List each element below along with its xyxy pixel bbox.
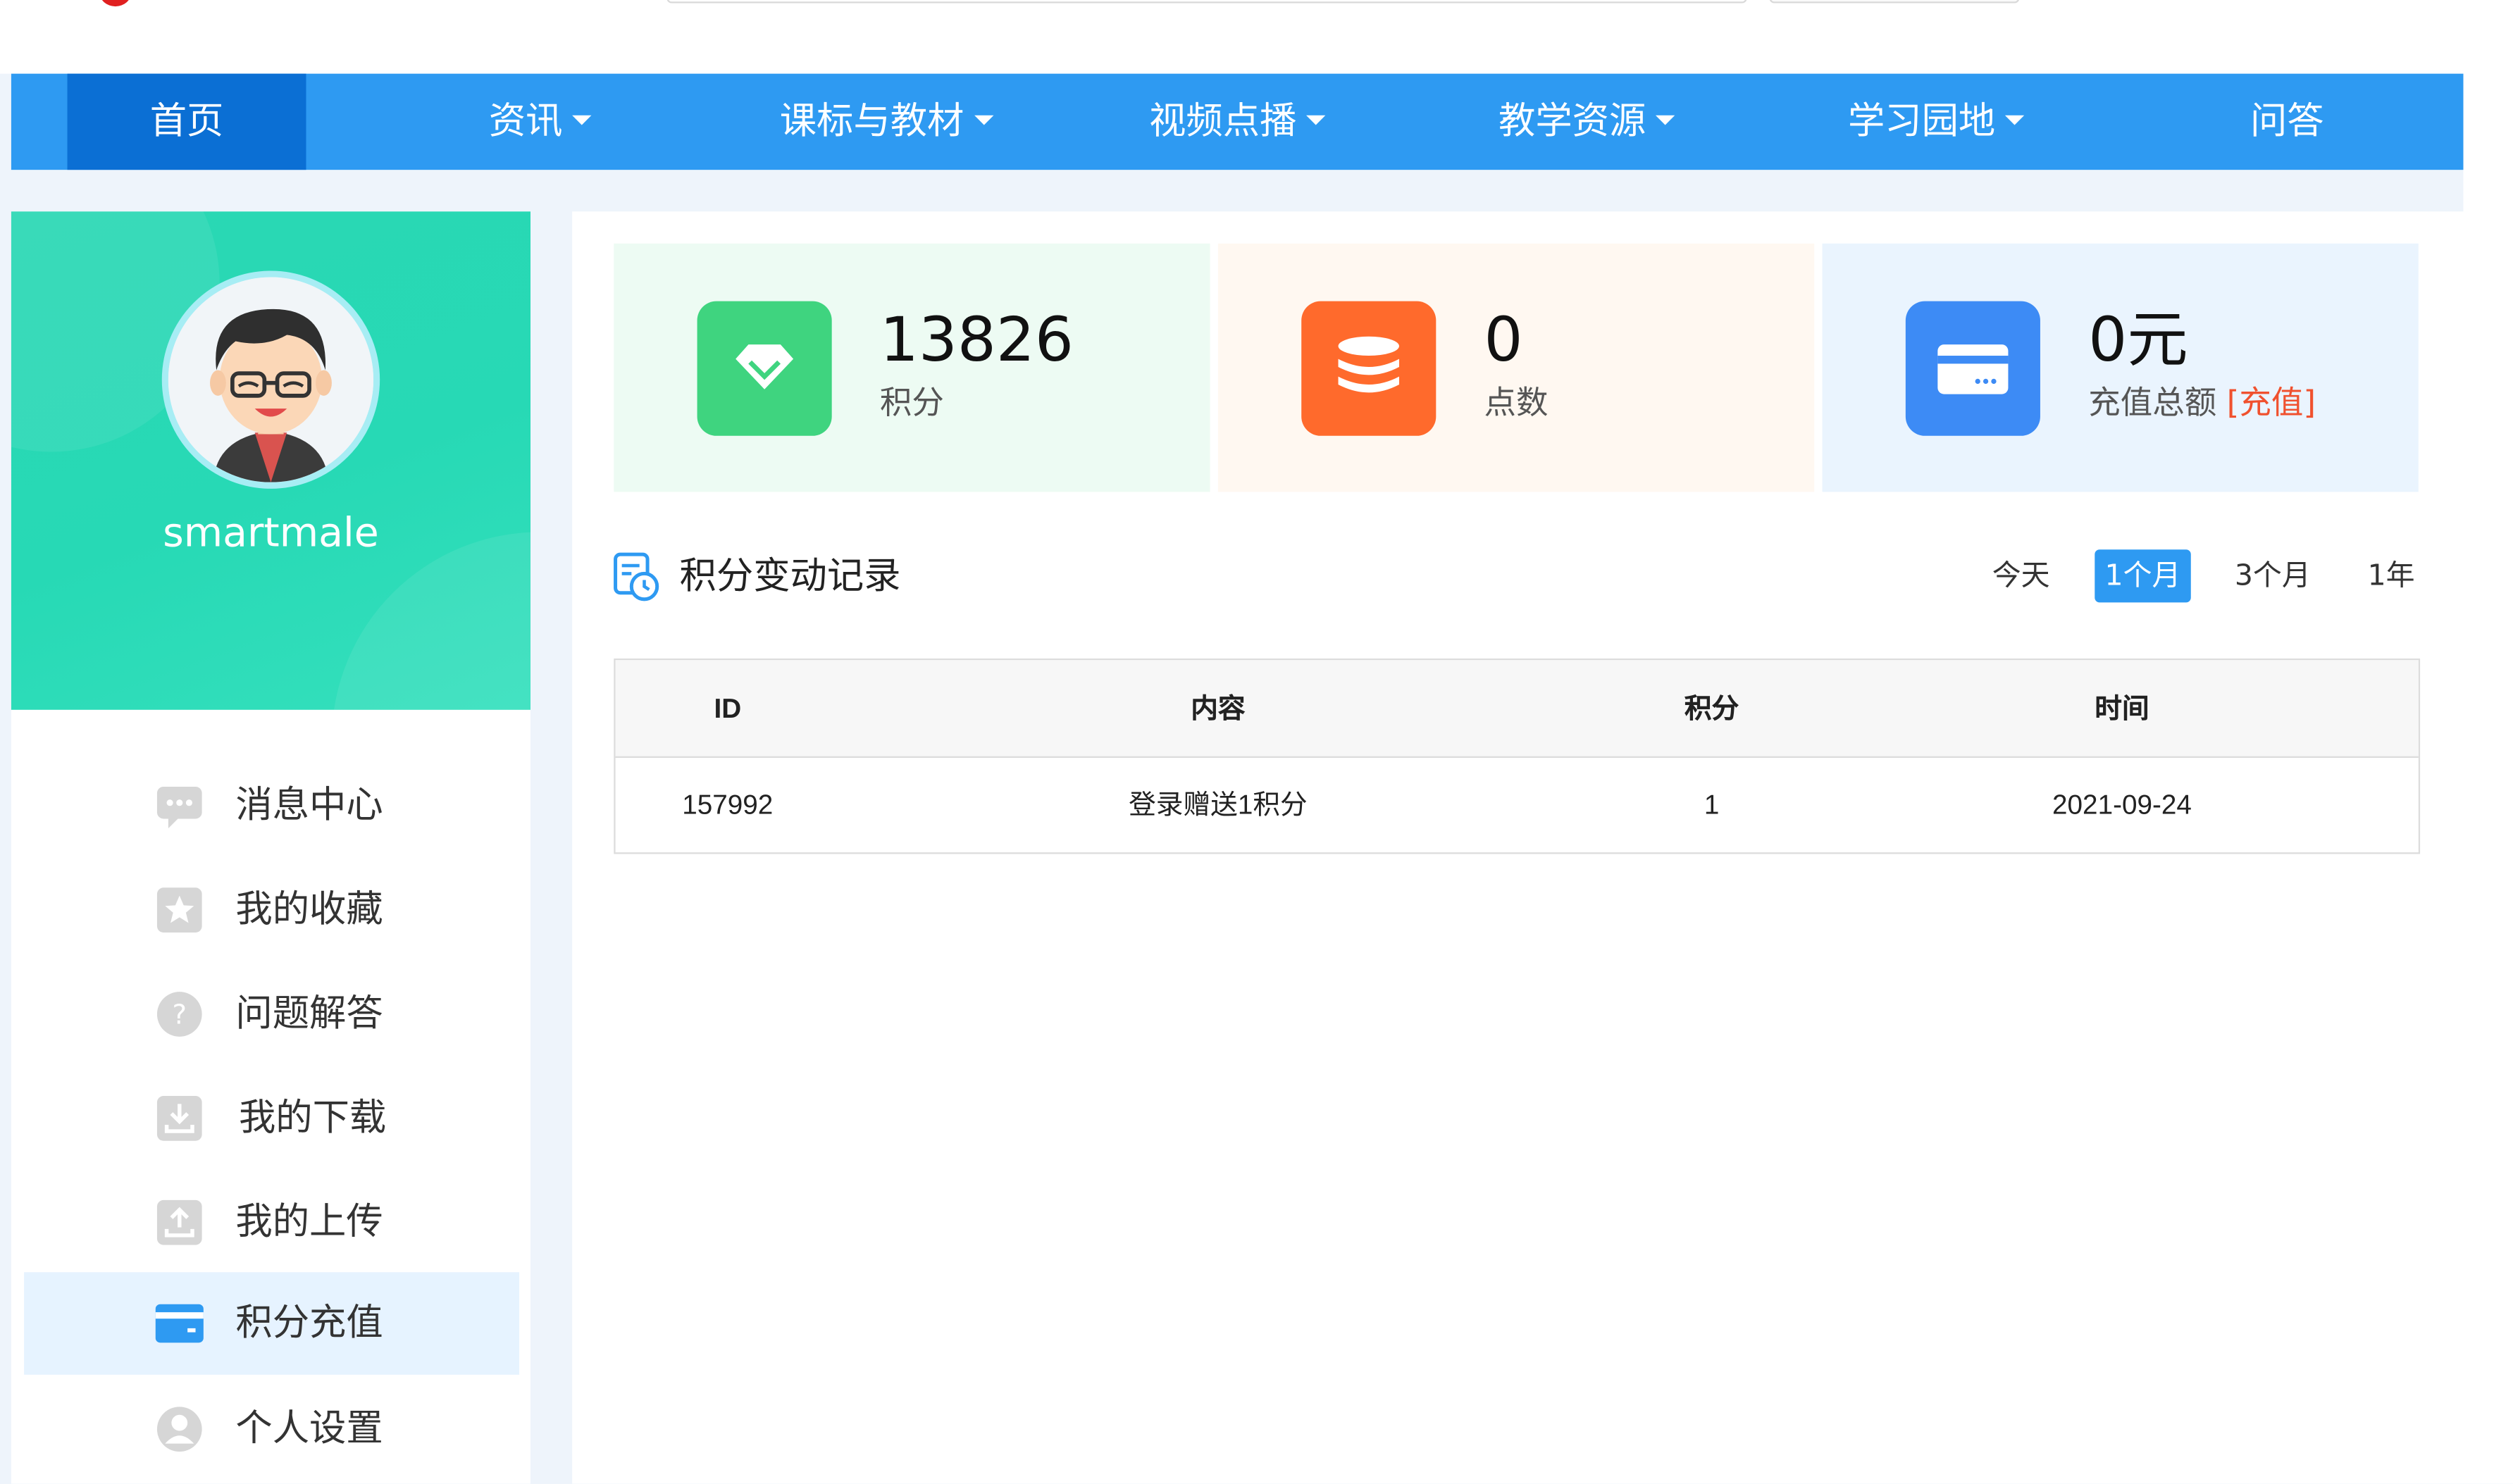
download-icon bbox=[156, 1096, 202, 1141]
filter-1-month[interactable]: 1个月 bbox=[2095, 549, 2191, 603]
stat-credits: 0 点数 bbox=[1217, 243, 1815, 492]
cell-content: 登录赠送1积分 bbox=[1129, 790, 1308, 821]
sidebar-item-label: 积分充值 bbox=[235, 1302, 383, 1345]
table-row: 157992 登录赠送1积分 1 2021-09-24 bbox=[616, 758, 2419, 854]
sidebar-item-questions[interactable]: ? 问题解答 bbox=[24, 963, 519, 1066]
points-label: 积分 bbox=[879, 382, 944, 422]
nav-item-label: 首页 bbox=[149, 101, 224, 143]
nav-item-label: 教学资源 bbox=[1499, 101, 1646, 143]
profile-card: smartmale bbox=[11, 211, 530, 710]
column-header-points[interactable]: 积分 bbox=[1632, 660, 1792, 758]
sidebar-item-settings[interactable]: 个人设置 bbox=[24, 1378, 519, 1480]
upload-icon bbox=[156, 1199, 202, 1245]
table-header: ID 内容 积分 时间 bbox=[615, 660, 2419, 759]
caret-down-icon bbox=[974, 114, 993, 125]
sidebar-item-favorites[interactable]: 我的收藏 bbox=[24, 859, 519, 961]
site-logo[interactable] bbox=[99, 0, 132, 7]
records-title: 积分变动记录 bbox=[679, 556, 901, 598]
points-records-table: ID 内容 积分 时间 157992 登录赠送1积分 1 2021-09-24 bbox=[614, 658, 2421, 854]
nav-item-label: 学习园地 bbox=[1847, 101, 1996, 143]
column-header-content[interactable]: 内容 bbox=[1057, 660, 1378, 758]
caret-down-icon bbox=[1655, 114, 1675, 125]
nav-item-video[interactable]: 视频点播 bbox=[1117, 74, 1358, 170]
avatar[interactable] bbox=[161, 270, 380, 489]
recharge-total-label-group: 充值总额 [充值] bbox=[2088, 378, 2316, 426]
nav-item-qa[interactable]: 问答 bbox=[2207, 74, 2367, 170]
sidebar: smartmale 消息中心 我的收藏 ? 问题解答 我的下载 我的上传 积分充… bbox=[11, 211, 530, 1484]
filter-3-months[interactable]: 3个月 bbox=[2223, 549, 2322, 602]
nav-item-home[interactable]: 首页 bbox=[67, 73, 306, 170]
user-icon bbox=[156, 1407, 202, 1452]
sidebar-item-label: 消息中心 bbox=[235, 785, 383, 827]
stat-points: 13826 积分 bbox=[614, 243, 1210, 492]
star-icon bbox=[156, 887, 202, 933]
nav-item-label: 问答 bbox=[2250, 101, 2324, 143]
cell-time: 2021-09-24 bbox=[2052, 790, 2192, 821]
filter-today[interactable]: 今天 bbox=[1983, 549, 2059, 602]
sidebar-item-label: 我的下载 bbox=[238, 1097, 387, 1140]
username: smartmale bbox=[163, 509, 379, 556]
column-header-id[interactable]: ID bbox=[647, 660, 807, 758]
card-icon bbox=[1905, 301, 2040, 436]
credits-label: 点数 bbox=[1484, 382, 1549, 422]
nav-item-label: 视频点播 bbox=[1149, 101, 1297, 143]
sidebar-item-label: 问题解答 bbox=[235, 993, 383, 1035]
avatar-illustration-icon bbox=[168, 277, 374, 482]
caret-down-icon bbox=[572, 114, 592, 125]
question-icon: ? bbox=[156, 992, 202, 1037]
nav-item-curriculum[interactable]: 课标与教材 bbox=[748, 74, 1024, 170]
svg-text:?: ? bbox=[173, 999, 187, 1031]
recharge-total-label: 充值总额 bbox=[2088, 382, 2217, 422]
nav-item-news[interactable]: 资讯 bbox=[434, 74, 645, 170]
sidebar-item-messages[interactable]: 消息中心 bbox=[24, 754, 519, 857]
caret-down-icon bbox=[1306, 114, 1326, 125]
page-margin bbox=[2463, 0, 2513, 1484]
cell-id: 157992 bbox=[682, 790, 774, 821]
column-header-time[interactable]: 时间 bbox=[1961, 660, 2282, 758]
cell-points: 1 bbox=[1704, 790, 1720, 821]
caret-down-icon bbox=[2004, 114, 2025, 125]
history-icon bbox=[614, 552, 659, 601]
main-panel: 13826 积分 0 点数 0元 充值总额 [充值] 积分变动记录 今天 1个月… bbox=[572, 211, 2464, 1484]
nav-item-label: 课标与教材 bbox=[779, 101, 964, 143]
sidebar-item-label: 我的收藏 bbox=[235, 889, 383, 931]
diamond-icon bbox=[697, 301, 832, 436]
main-nav: 首页 资讯 课标与教材 视频点播 教学资源 学习园地 问答 bbox=[11, 73, 2464, 170]
search-input[interactable] bbox=[666, 0, 1747, 4]
sidebar-item-label: 个人设置 bbox=[235, 1408, 383, 1450]
recharge-link[interactable]: [充值] bbox=[2227, 383, 2316, 422]
coins-icon bbox=[1301, 301, 1437, 436]
message-icon bbox=[156, 786, 202, 829]
points-value: 13826 bbox=[879, 304, 1074, 375]
sidebar-item-points-recharge[interactable]: 积分充值 bbox=[24, 1272, 520, 1375]
nav-item-label: 资讯 bbox=[488, 101, 563, 143]
nav-item-study[interactable]: 学习园地 bbox=[1816, 74, 2056, 170]
top-header bbox=[0, 0, 2513, 74]
sidebar-item-label: 我的上传 bbox=[235, 1202, 383, 1244]
recharge-total-value: 0元 bbox=[2088, 304, 2188, 375]
sidebar-item-downloads[interactable]: 我的下载 bbox=[24, 1067, 519, 1170]
filter-1-year[interactable]: 1年 bbox=[2357, 549, 2425, 602]
search-button[interactable] bbox=[1769, 0, 2020, 4]
nav-item-resources[interactable]: 教学资源 bbox=[1467, 74, 1707, 170]
sidebar-item-uploads[interactable]: 我的上传 bbox=[24, 1171, 519, 1274]
profile-decoration bbox=[331, 532, 530, 710]
wallet-icon bbox=[155, 1304, 204, 1343]
credits-value: 0 bbox=[1484, 304, 1523, 375]
stat-recharge-total: 0元 充值总额 [充值] bbox=[1822, 243, 2419, 492]
